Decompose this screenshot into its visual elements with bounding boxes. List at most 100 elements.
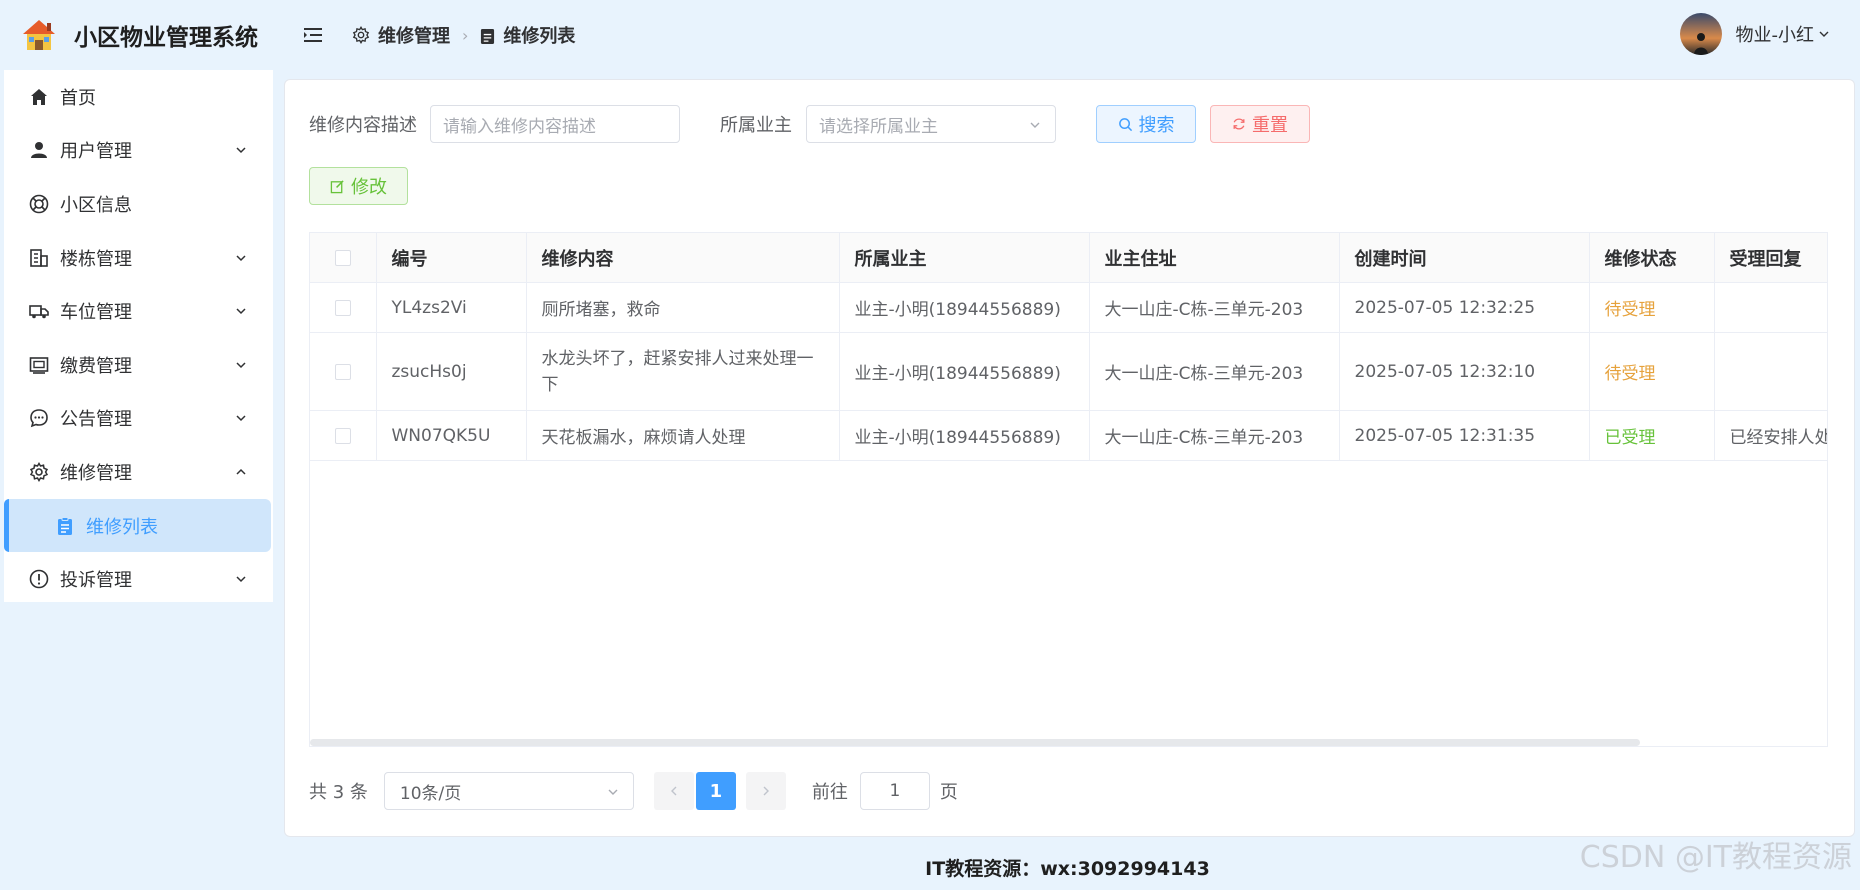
- search-icon: [1118, 117, 1132, 131]
- chevron-down-icon: [236, 415, 246, 422]
- building-icon: [28, 247, 50, 269]
- goto-suffix: 页: [939, 782, 958, 803]
- column-header: 创建时间: [1339, 233, 1590, 283]
- column-header: 业主住址: [1089, 233, 1340, 283]
- cell-content: 厕所堵塞，救命: [526, 282, 840, 333]
- cell-created: 2025-07-05 12:31:35: [1339, 410, 1590, 461]
- user-name[interactable]: 物业-小红: [1736, 21, 1815, 47]
- sidebar-item-payments[interactable]: 缴费管理: [4, 338, 273, 392]
- chevron-down-icon: [236, 147, 246, 154]
- desc-search-input[interactable]: 请输入维修内容描述: [430, 105, 680, 143]
- row-checkbox[interactable]: [334, 427, 351, 444]
- cell-id: YL4zs2Vi: [376, 282, 527, 333]
- cell-id: WN07QK5U: [376, 410, 527, 461]
- sidebar-item-label: 楼栋管理: [60, 248, 132, 270]
- cell-created: 2025-07-05 12:32:10: [1339, 332, 1590, 411]
- breadcrumb-label: 维修管理: [378, 26, 450, 47]
- select-all-cell[interactable]: [310, 233, 377, 283]
- edit-icon: [330, 179, 344, 193]
- page-size-value: 10条/页: [399, 783, 462, 804]
- truck-icon: [28, 300, 50, 322]
- column-header: 维修状态: [1589, 233, 1715, 283]
- desc-filter-label: 维修内容描述: [309, 115, 417, 136]
- table-row[interactable]: WN07QK5U 天花板漏水，麻烦请人处理 业主-小明(18944556889)…: [310, 410, 1827, 461]
- chevron-down-icon: [236, 255, 246, 261]
- sidebar-item-home[interactable]: 首页: [4, 70, 273, 124]
- sidebar-item-announcements[interactable]: 公告管理: [4, 392, 273, 446]
- sidebar-item-community-info[interactable]: 小区信息: [4, 177, 273, 231]
- chevron-left-icon: [670, 786, 677, 796]
- table-row[interactable]: YL4zs2Vi 厕所堵塞，救命 业主-小明(18944556889) 大一山庄…: [310, 282, 1827, 333]
- sidebar-item-users[interactable]: 用户管理: [4, 124, 273, 178]
- avatar[interactable]: [1679, 13, 1722, 55]
- gear-icon: [28, 461, 50, 483]
- row-checkbox[interactable]: [334, 299, 351, 316]
- cell-content: 天花板漏水，麻烦请人处理: [526, 410, 840, 461]
- column-header: 受理回复: [1714, 233, 1827, 283]
- status-badge: 待受理: [1589, 332, 1715, 411]
- home-icon: [28, 86, 50, 108]
- chevron-up-icon: [236, 468, 246, 475]
- chevron-down-icon[interactable]: [1818, 28, 1830, 40]
- next-page-button[interactable]: [745, 772, 786, 810]
- top-header: 维修管理 › 维修列表 物业-小红: [275, 0, 1860, 70]
- reset-button[interactable]: 重置: [1210, 105, 1310, 143]
- owner-select[interactable]: 请选择所属业主: [806, 105, 1056, 143]
- sidebar-item-label: 公告管理: [60, 409, 132, 431]
- cell-reply: [1714, 332, 1827, 411]
- user-icon: [28, 139, 50, 161]
- cell-id: zsucHs0j: [376, 332, 527, 411]
- sidebar-item-label: 缴费管理: [60, 355, 132, 377]
- cell-reply: 已经安排人处: [1714, 410, 1827, 461]
- sidebar-item-buildings[interactable]: 楼栋管理: [4, 231, 273, 285]
- table-row[interactable]: zsucHs0j 水龙头坏了，赶紧安排人过来处理一下 业主-小明(1894455…: [310, 332, 1827, 411]
- cell-content: 水龙头坏了，赶紧安排人过来处理一下: [526, 332, 840, 411]
- prev-page-button[interactable]: [653, 772, 694, 810]
- reset-button-label: 重置: [1252, 115, 1288, 136]
- gear-icon: [352, 26, 370, 44]
- chevron-down-icon: [236, 362, 246, 368]
- table-header-row: 编号 维修内容 所属业主 业主住址 创建时间 维修状态 受理回复: [310, 233, 1827, 283]
- goto-page-input[interactable]: 1: [859, 772, 930, 810]
- lifebuoy-icon: [28, 193, 50, 215]
- repair-table: 编号 维修内容 所属业主 业主住址 创建时间 维修状态 受理回复 YL4zs2V…: [309, 232, 1828, 747]
- sidebar-item-parking[interactable]: 车位管理: [4, 284, 273, 338]
- chevron-right-icon: [763, 786, 769, 796]
- watermark: CSDN @IT教程资源: [1579, 840, 1852, 875]
- status-badge: 已受理: [1589, 410, 1715, 461]
- user-menu[interactable]: 物业-小红: [1679, 13, 1831, 55]
- chevron-down-icon: [608, 789, 618, 795]
- menu-fold-icon[interactable]: [302, 24, 324, 46]
- column-header: 编号: [376, 233, 527, 283]
- sidebar-item-label: 投诉管理: [60, 570, 132, 592]
- row-checkbox[interactable]: [334, 363, 351, 380]
- sidebar-item-label: 车位管理: [60, 302, 132, 324]
- cell-owner: 业主-小明(18944556889): [839, 332, 1090, 411]
- sidebar-item-complaints[interactable]: 投诉管理: [4, 552, 273, 606]
- chevron-down-icon: [1030, 122, 1040, 128]
- page-size-select[interactable]: 10条/页: [383, 772, 634, 810]
- refresh-icon: [1233, 118, 1245, 130]
- sidebar-item-repair-list[interactable]: 维修列表: [4, 498, 271, 553]
- sidebar-item-label: 小区信息: [60, 194, 132, 216]
- select-all-checkbox[interactable]: [334, 249, 351, 266]
- total-count: 共 3 条: [309, 782, 368, 803]
- sidebar-item-label: 首页: [60, 87, 96, 109]
- search-button[interactable]: 搜索: [1096, 105, 1196, 143]
- column-header: 所属业主: [839, 233, 1090, 283]
- pagination: 共 3 条 10条/页 1 前往 1 页: [309, 772, 958, 810]
- page-number-current[interactable]: 1: [695, 772, 736, 810]
- filter-bar: 维修内容描述 请输入维修内容描述 所属业主 请选择所属业主 搜索 重置: [309, 105, 1310, 143]
- sidebar-item-repairs[interactable]: 维修管理: [4, 445, 273, 499]
- chevron-down-icon: [236, 576, 246, 583]
- edit-button[interactable]: 修改: [309, 167, 408, 205]
- horizontal-scrollbar[interactable]: [310, 739, 1640, 746]
- status-badge: 待受理: [1589, 282, 1715, 333]
- breadcrumb: 维修管理 › 维修列表: [352, 22, 575, 48]
- sidebar-item-label: 用户管理: [60, 141, 132, 163]
- edit-button-label: 修改: [351, 177, 387, 198]
- warning-icon: [28, 568, 50, 590]
- owner-filter-label: 所属业主: [720, 115, 792, 136]
- breadcrumb-item-repairs[interactable]: 维修管理: [352, 22, 450, 48]
- sidebar-item-label: 维修管理: [60, 462, 132, 484]
